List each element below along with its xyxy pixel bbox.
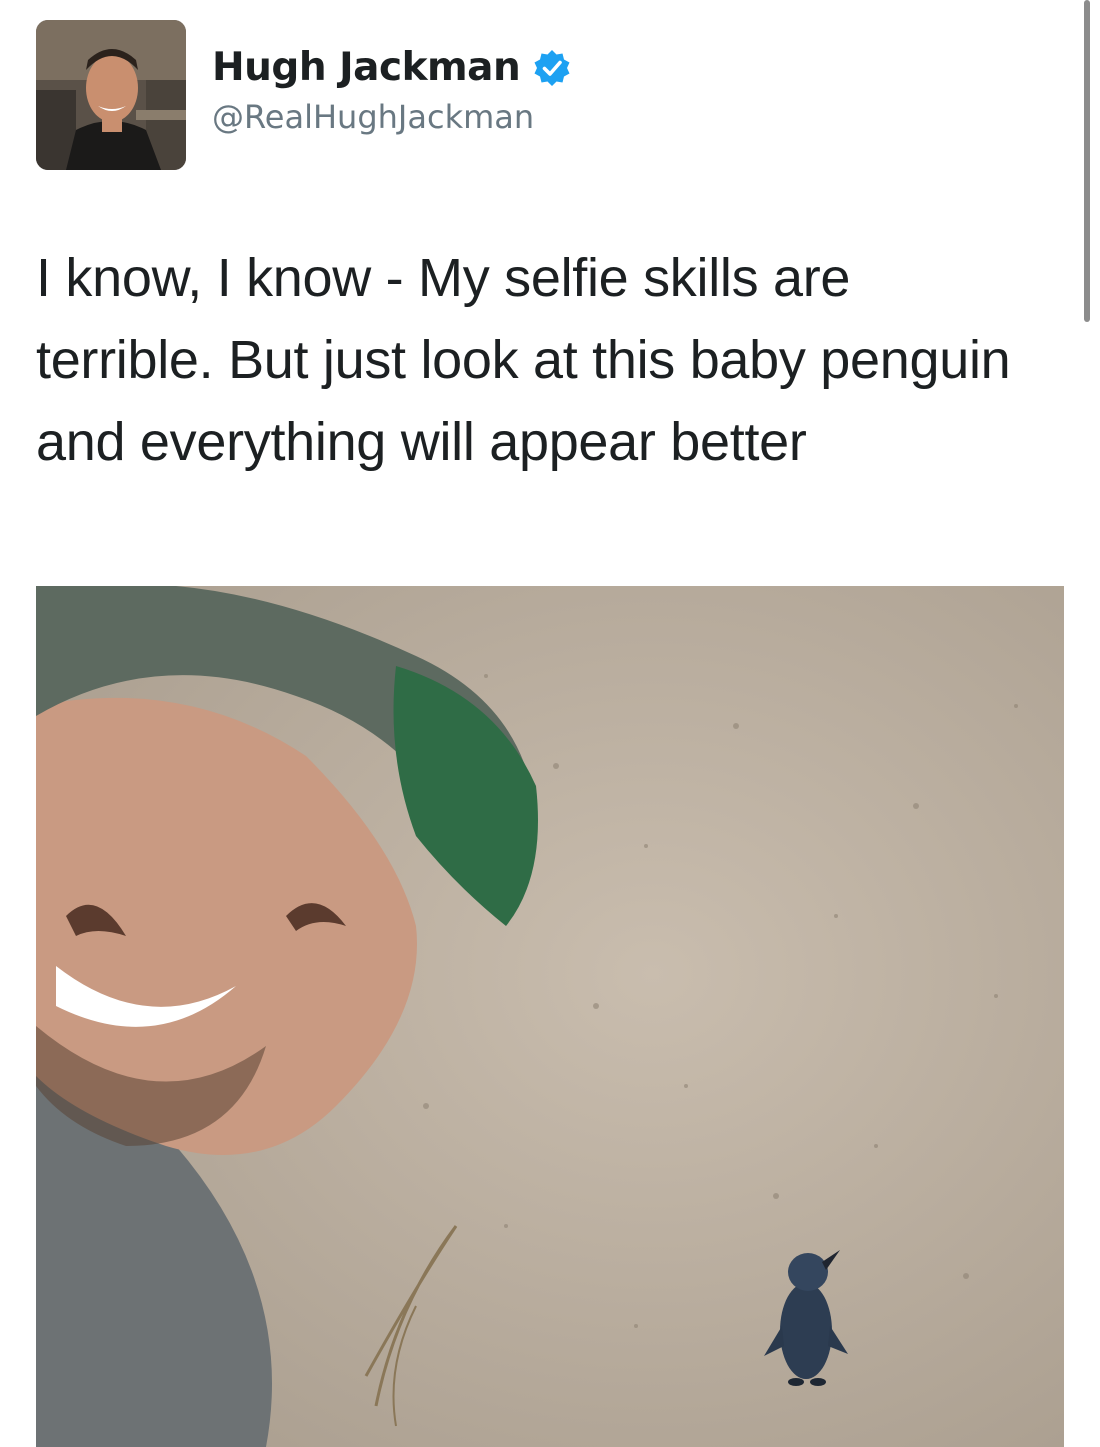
tweet-text: I know, I know - My selfie skills are te… [36,248,1011,472]
author-display-name[interactable]: Hugh Jackman [212,38,521,98]
author-name-row: Hugh Jackman [212,38,572,98]
scrollbar[interactable] [1084,0,1090,322]
avatar-image [36,20,186,170]
author-handle[interactable]: @RealHughJackman [212,96,534,138]
selfie-with-penguin-image [36,586,1064,1447]
tweet-photo[interactable] [36,586,1064,1447]
verified-badge-icon [532,48,572,88]
avatar[interactable] [36,20,186,170]
